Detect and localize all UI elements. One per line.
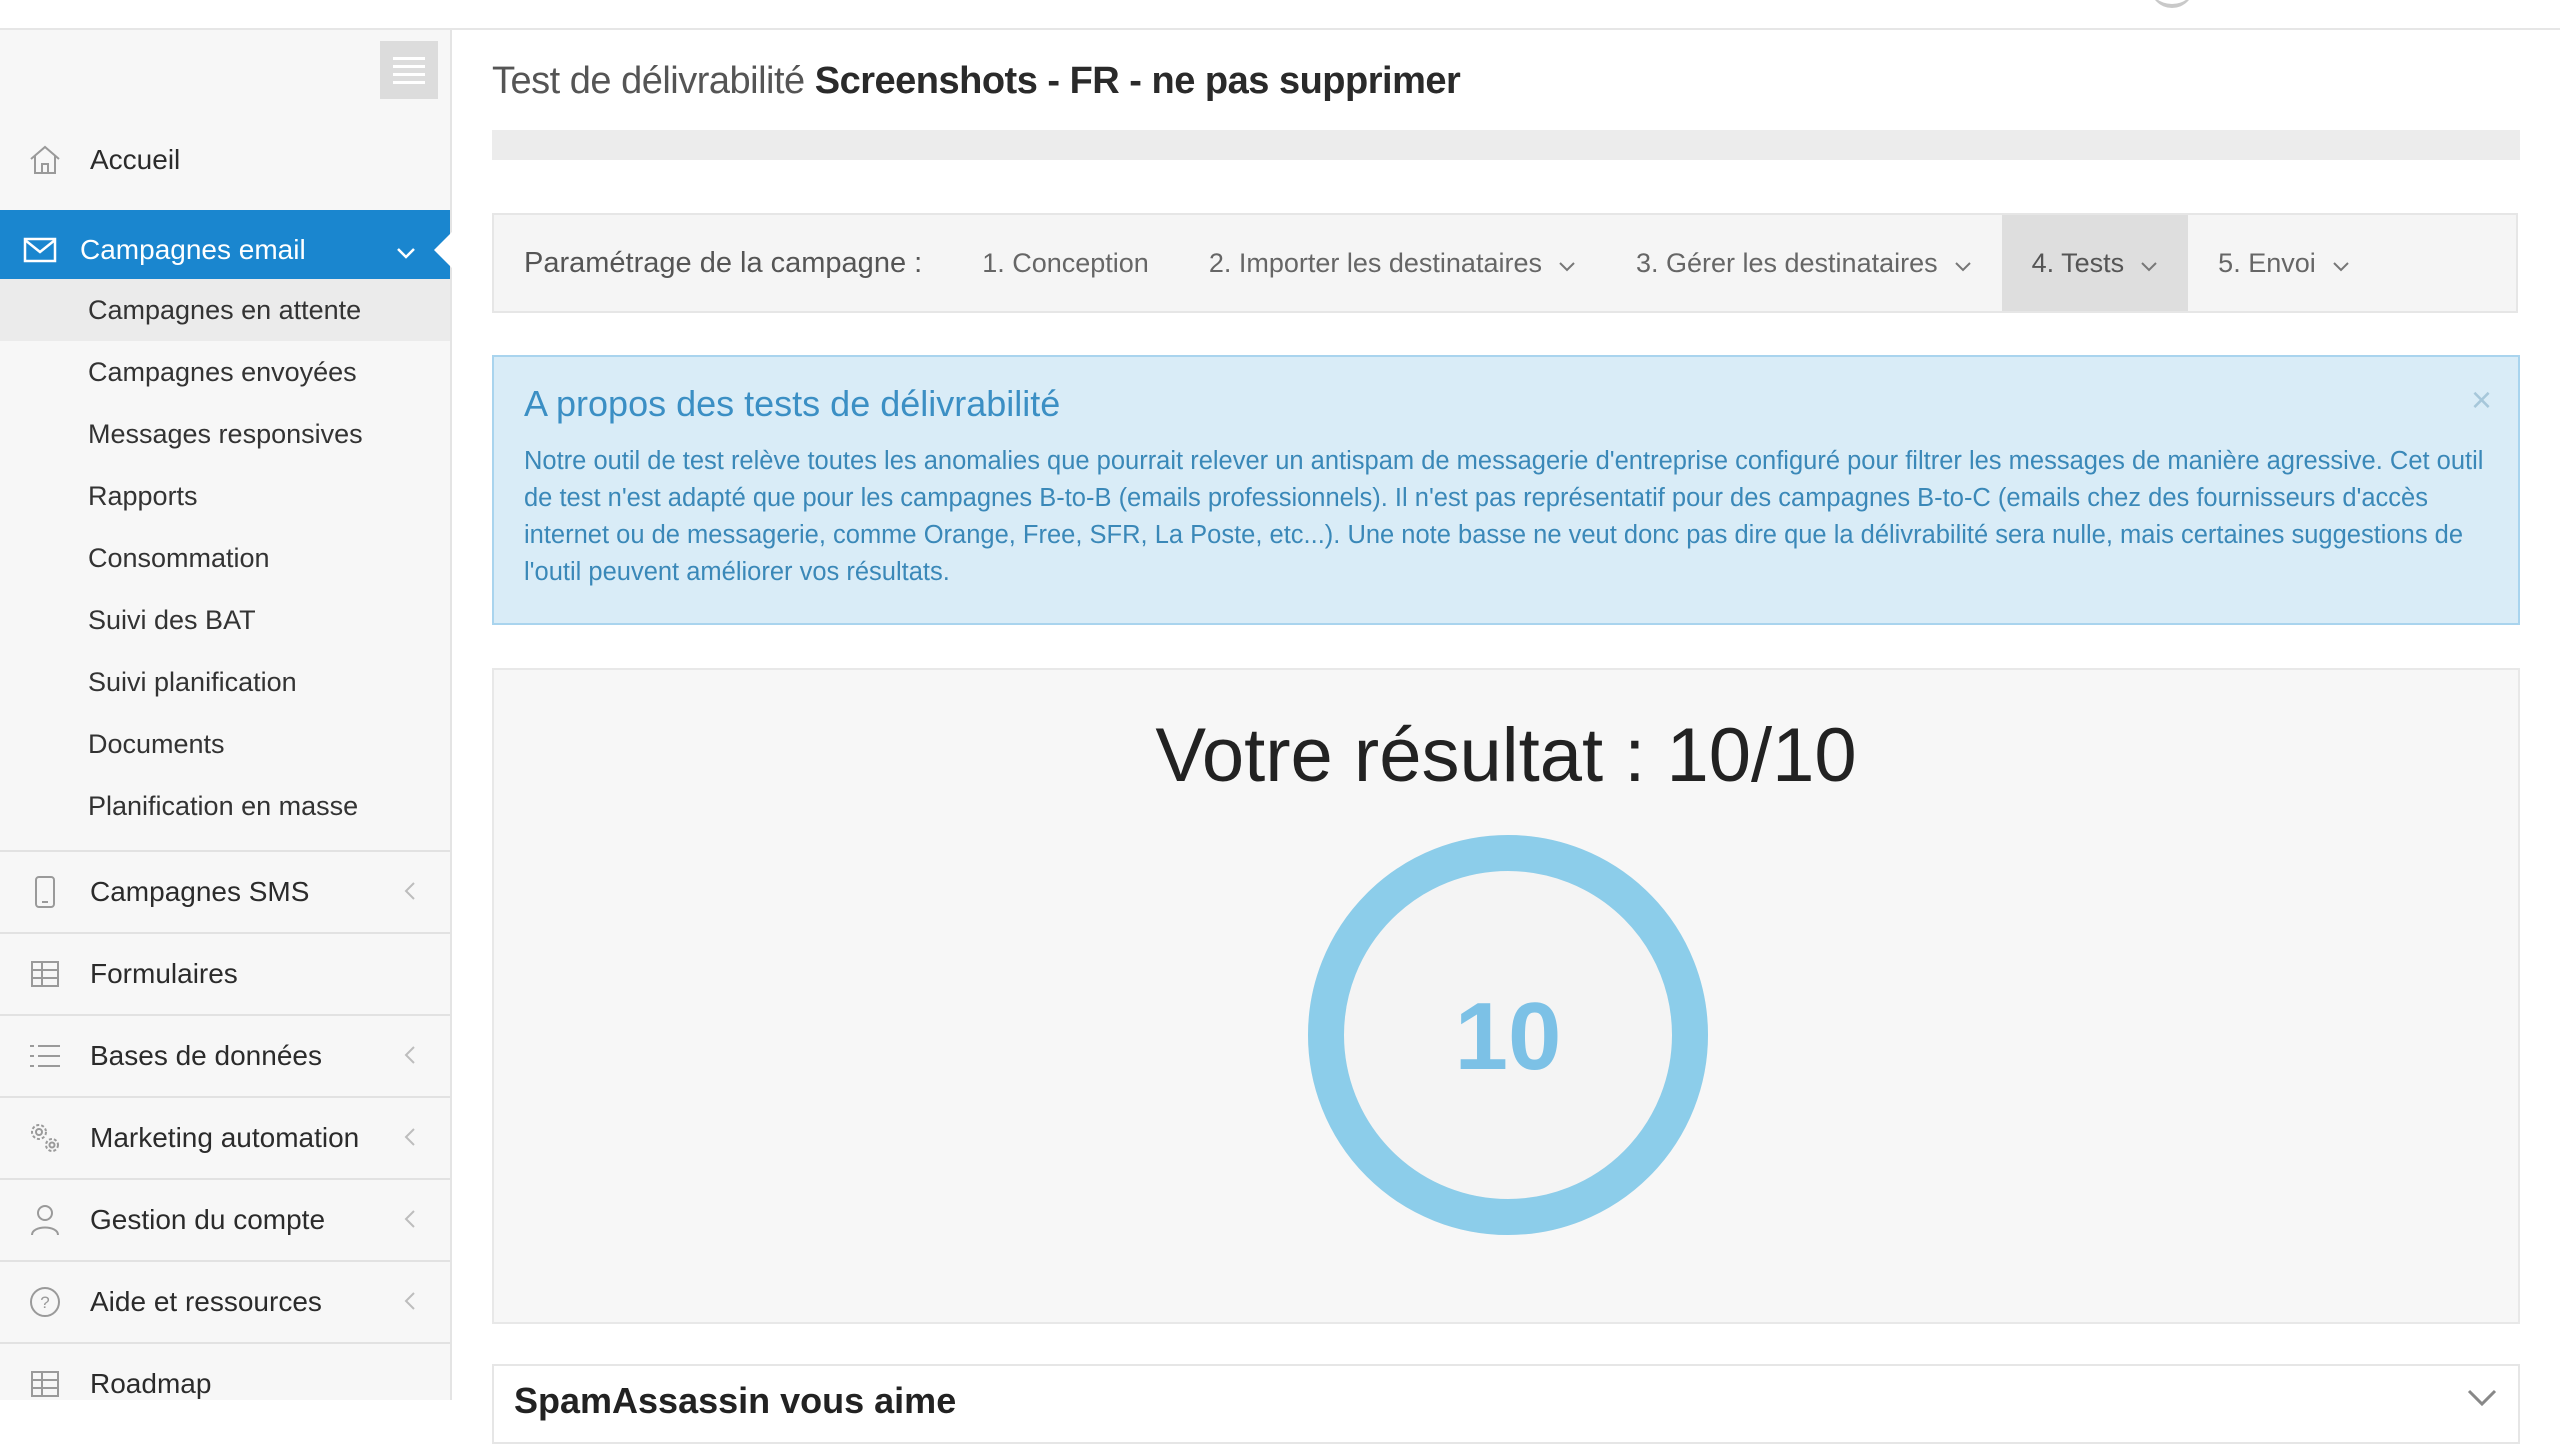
sidebar-item-label: Formulaires <box>90 958 238 989</box>
sidebar-item-campagnes-sms[interactable]: Campagnes SMS <box>0 850 450 932</box>
sidebar-subitem-rapports[interactable]: Rapports <box>0 465 450 527</box>
steps-label: Paramétrage de la campagne : <box>524 246 923 279</box>
gears-icon <box>0 1120 90 1156</box>
sidebar-subitem-messages-responsives[interactable]: Messages responsives <box>0 403 450 465</box>
chevron-down-icon <box>1954 248 1972 279</box>
close-icon[interactable]: × <box>2471 379 2492 421</box>
result-title: Votre résultat : 10/10 <box>1155 713 1857 798</box>
sidebar-item-label: Marketing automation <box>90 1122 360 1153</box>
step-label: 2. Importer les destinataires <box>1208 247 1542 278</box>
main-content: Test de délivrabilité Screenshots - FR -… <box>452 30 2560 1444</box>
sidebar-item-label: Campagnes SMS <box>90 876 310 907</box>
sidebar-item-roadmap[interactable]: Roadmap <box>0 1342 450 1424</box>
progress-strip <box>492 130 2520 160</box>
sidebar-item-label: Bases de données <box>90 1040 322 1071</box>
svg-text:?: ? <box>40 1293 49 1312</box>
chevron-down-icon <box>2332 248 2350 279</box>
sidebar-item-label: Accueil <box>90 144 181 175</box>
chevron-left-icon <box>404 1122 416 1154</box>
step-label: 1. Conception <box>982 247 1149 278</box>
score-value: 10 <box>1455 983 1562 1090</box>
step-gerer-destinataires[interactable]: 3. Gérer les destinataires <box>1606 215 2002 311</box>
result-panel: Votre résultat : 10/10 10 <box>492 668 2520 1324</box>
list-icon <box>0 1043 90 1069</box>
page-title: Test de délivrabilité Screenshots - FR -… <box>492 60 1461 103</box>
score-gauge: 10 <box>1308 835 1708 1235</box>
deliverability-info-alert: A propos des tests de délivrabilité Notr… <box>492 355 2520 625</box>
envelope-icon <box>0 237 80 263</box>
chevron-left-icon <box>404 1204 416 1236</box>
accordion-title: SpamAssassin vous aime <box>514 1380 957 1421</box>
user-avatar[interactable] <box>2150 0 2194 8</box>
sidebar-item-campagnes-email[interactable]: Campagnes email <box>0 210 452 290</box>
sidebar-subitem-documents[interactable]: Documents <box>0 713 450 775</box>
spamassassin-accordion[interactable]: SpamAssassin vous aime <box>492 1364 2520 1444</box>
sidebar-item-bases-de-donnees[interactable]: Bases de données <box>0 1014 450 1096</box>
sidebar-item-label: Gestion du compte <box>90 1204 326 1235</box>
menu-toggle-button[interactable] <box>380 41 438 99</box>
sidebar-item-label: Roadmap <box>90 1368 212 1399</box>
top-bar <box>0 0 2560 30</box>
table-icon <box>0 960 90 988</box>
step-label: 5. Envoi <box>2218 247 2316 278</box>
page-title-prefix: Test de délivrabilité <box>492 60 805 102</box>
table-icon <box>0 1370 90 1398</box>
sidebar-item-formulaires[interactable]: Formulaires <box>0 932 450 1014</box>
sidebar-item-accueil[interactable]: Accueil <box>0 120 450 200</box>
home-icon <box>0 144 90 176</box>
step-importer-destinataires[interactable]: 2. Importer les destinataires <box>1179 215 1606 311</box>
campaign-steps-bar: Paramétrage de la campagne : 1. Concepti… <box>492 213 2518 313</box>
alert-title: A propos des tests de délivrabilité <box>524 383 1061 424</box>
alert-body: Notre outil de test relève toutes les an… <box>524 447 2484 586</box>
sidebar-subitem-suivi-bat[interactable]: Suivi des BAT <box>0 589 450 651</box>
chevron-left-icon <box>404 876 416 908</box>
step-envoi[interactable]: 5. Envoi <box>2188 215 2380 311</box>
chevron-down-icon <box>2140 248 2158 279</box>
sidebar-subitem-consommation[interactable]: Consommation <box>0 527 450 589</box>
help-icon: ? <box>0 1285 90 1319</box>
sidebar-item-label: Campagnes email <box>80 234 306 265</box>
step-conception[interactable]: 1. Conception <box>952 215 1179 311</box>
chevron-left-icon <box>404 1040 416 1072</box>
chevron-down-icon <box>396 234 416 266</box>
sidebar-item-label: Aide et ressources <box>90 1286 322 1317</box>
sidebar-item-aide-et-ressources[interactable]: ? Aide et ressources <box>0 1260 450 1342</box>
chevron-down-icon <box>2466 1388 2498 1413</box>
sidebar: Accueil Campagnes email Campagnes en att… <box>0 30 452 1400</box>
step-label: 3. Gérer les destinataires <box>1635 247 1938 278</box>
sidebar-subitem-campagnes-en-attente[interactable]: Campagnes en attente <box>0 279 450 341</box>
sidebar-item-gestion-du-compte[interactable]: Gestion du compte <box>0 1178 450 1260</box>
step-label: 4. Tests <box>2031 247 2125 278</box>
sidebar-subitem-planification-masse[interactable]: Planification en masse <box>0 775 450 837</box>
sidebar-subitem-campagnes-envoyees[interactable]: Campagnes envoyées <box>0 341 450 403</box>
sidebar-item-marketing-automation[interactable]: Marketing automation <box>0 1096 450 1178</box>
mobile-icon <box>0 875 90 909</box>
sidebar-subitem-suivi-planification[interactable]: Suivi planification <box>0 651 450 713</box>
campaign-name: Screenshots - FR - ne pas supprimer <box>814 60 1461 102</box>
step-tests[interactable]: 4. Tests <box>2001 215 2189 311</box>
chevron-left-icon <box>404 1286 416 1318</box>
user-icon <box>0 1204 90 1236</box>
chevron-down-icon <box>1558 248 1576 279</box>
